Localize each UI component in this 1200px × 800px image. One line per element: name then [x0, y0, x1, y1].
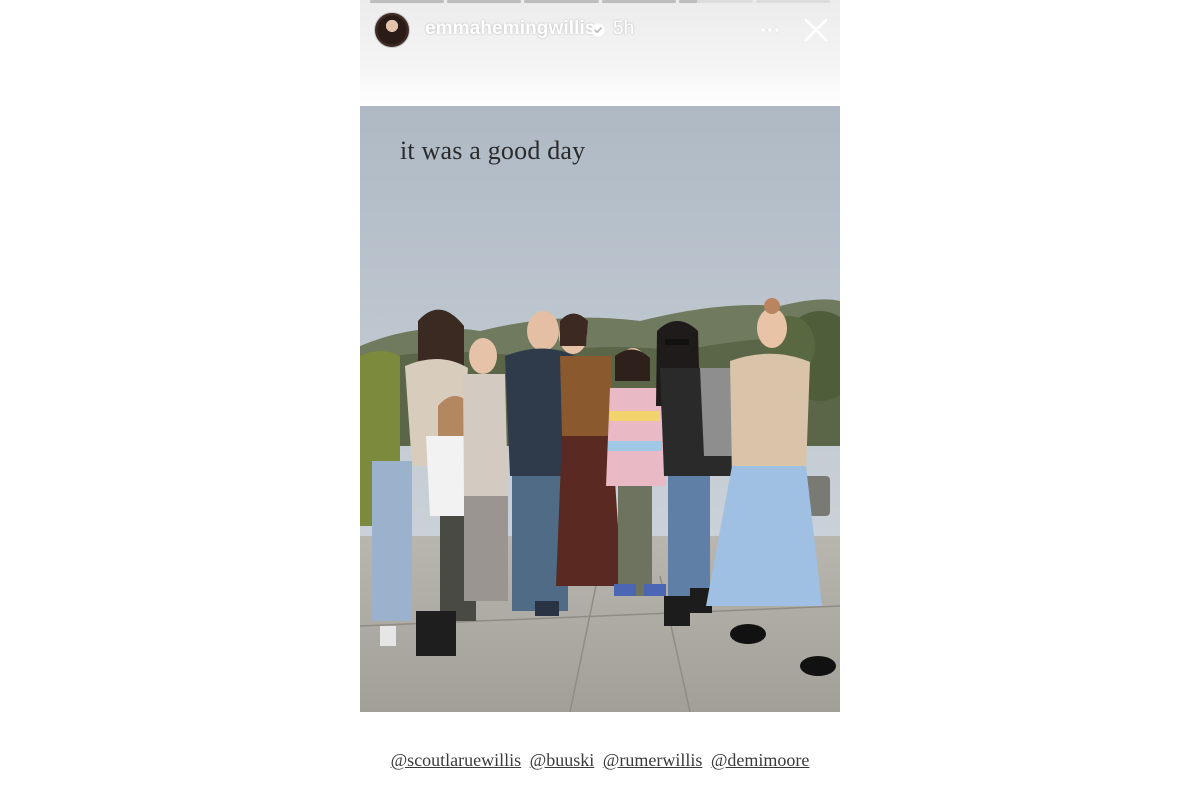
story-caption: it was a good day: [400, 136, 586, 165]
verified-badge-icon: [591, 23, 605, 37]
story-progress-bar: [370, 0, 831, 3]
avatar[interactable]: [374, 12, 410, 48]
close-icon[interactable]: [803, 17, 829, 43]
story-username[interactable]: emmahemingwillis: [425, 18, 596, 40]
story-time-ago: 5h: [613, 18, 635, 39]
story-photo: it was a good day: [360, 106, 840, 712]
progress-segment: [524, 0, 599, 3]
mention-link[interactable]: @scoutlaruewillis: [391, 750, 522, 770]
progress-segment: [447, 0, 522, 3]
more-horizontal-icon-dot: [775, 28, 779, 32]
progress-segment: [370, 0, 445, 3]
mentions-row: @scoutlaruewillis @buuski @rumerwillis @…: [360, 750, 840, 771]
story-viewer[interactable]: emmahemingwillis 5h it was a good day @s…: [360, 0, 840, 800]
mention-link[interactable]: @demimoore: [711, 750, 810, 770]
more-horizontal-icon: [761, 28, 765, 32]
more-horizontal-icon-dot: [768, 28, 772, 32]
mention-link[interactable]: @rumerwillis: [603, 750, 703, 770]
mention-link[interactable]: @buuski: [530, 750, 595, 770]
progress-segment-active: [678, 0, 753, 3]
family-photo-illustration: [360, 106, 840, 712]
person-figure: [463, 338, 508, 601]
page: emmahemingwillis 5h it was a good day @s…: [0, 0, 1200, 800]
story-header: emmahemingwillis 5h: [360, 0, 840, 106]
more-options-button[interactable]: [758, 20, 782, 40]
progress-segment: [601, 0, 676, 3]
progress-segment: [755, 0, 831, 3]
